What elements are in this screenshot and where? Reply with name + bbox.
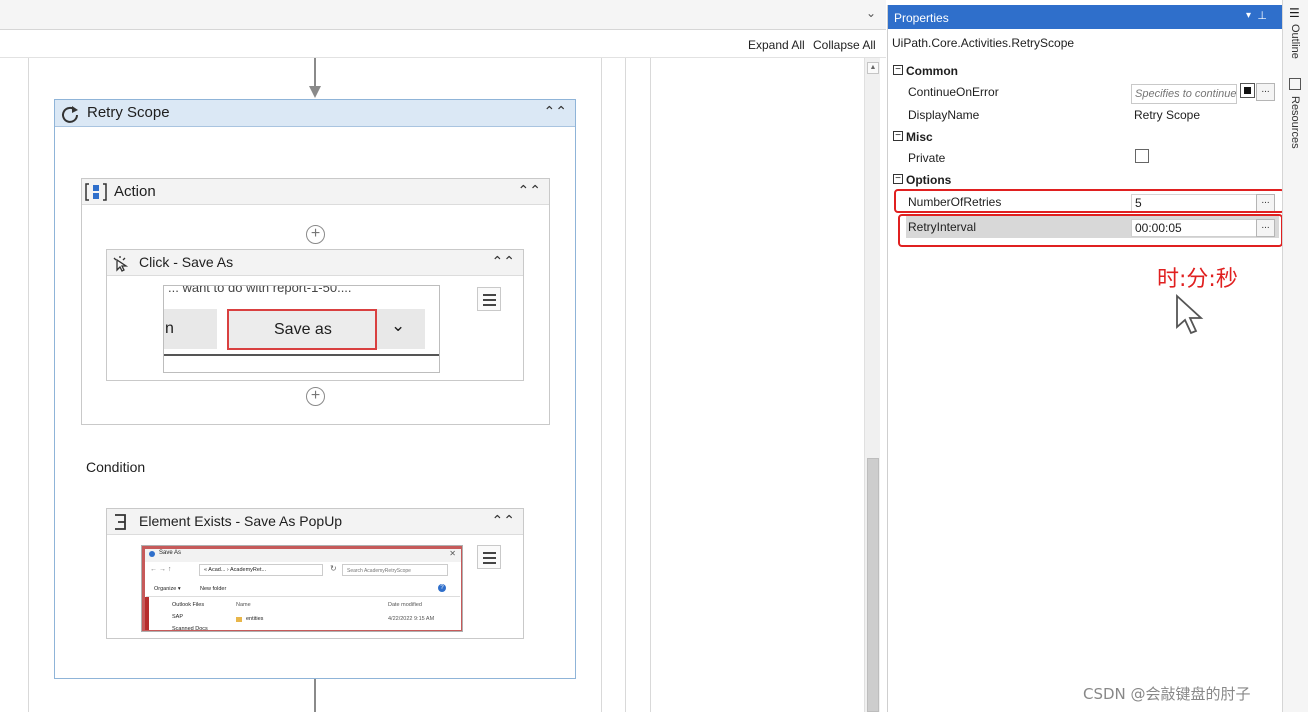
cursor-icon <box>1176 293 1204 335</box>
save-dialog-icon <box>149 551 155 557</box>
collapse-icon[interactable]: ⌃⌃ <box>518 182 541 199</box>
sequence-border-left <box>28 58 29 712</box>
menu-icon[interactable] <box>477 287 501 311</box>
ellipsis-button[interactable]: ... <box>1256 83 1275 101</box>
display-name-value[interactable]: Retry Scope <box>1131 107 1261 125</box>
action-header[interactable]: Action ⌃⌃ <box>82 179 549 205</box>
collapse-box-icon[interactable]: − <box>893 65 903 75</box>
prop-continue-on-error[interactable]: ContinueOnError ... <box>888 81 1283 104</box>
scroll-thumb[interactable] <box>867 458 879 712</box>
action-title: Action <box>114 183 156 200</box>
properties-panel: Properties ▾ ⊥ UiPath.Core.Activities.Re… <box>887 5 1283 712</box>
collapse-icon[interactable]: ⌃⌃ <box>492 253 515 270</box>
element-exists-title: Element Exists - Save As PopUp <box>139 513 343 529</box>
bool-toggle-icon[interactable] <box>1240 83 1255 98</box>
canvas-scrollbar[interactable]: ▲ <box>864 58 880 712</box>
top-strip: ⌄ <box>0 0 886 30</box>
flow-arrow-icon <box>309 58 321 98</box>
scroll-up-icon[interactable]: ▲ <box>867 62 879 74</box>
sequence-border-right <box>601 58 602 712</box>
chevron-down-icon: ⌄ <box>391 316 406 335</box>
save-as-target: Save as <box>227 309 377 350</box>
continue-on-error-input[interactable] <box>1131 84 1237 104</box>
click-title: Click - Save As <box>139 254 234 270</box>
tab-resources[interactable]: Resources <box>1289 96 1301 149</box>
add-activity-icon[interactable]: + <box>306 225 325 244</box>
screenshot-dropdown: ⌄ <box>377 309 425 349</box>
collapse-icon[interactable]: ⌃⌃ <box>492 512 515 529</box>
screenshot-button-left: n <box>164 309 217 349</box>
category-common[interactable]: − Common <box>888 61 1283 83</box>
resources-icon <box>1289 78 1301 90</box>
outer-border-right-2 <box>650 58 651 712</box>
menu-icon[interactable] <box>477 545 501 569</box>
flow-connector <box>314 679 316 712</box>
highlight-number-of-retries <box>894 189 1285 213</box>
pin-icon[interactable]: ⊥ <box>1257 9 1267 22</box>
activity-type: UiPath.Core.Activities.RetryScope <box>892 36 1075 50</box>
expand-all-link[interactable]: Expand All <box>748 38 805 52</box>
collapse-box-icon[interactable]: − <box>893 131 903 141</box>
watermark: CSDN @会敲键盘的肘子 <box>1083 685 1251 703</box>
prop-display-name[interactable]: DisplayName Retry Scope <box>888 104 1283 126</box>
help-icon: ? <box>438 584 446 592</box>
condition-label: Condition <box>86 459 146 475</box>
outer-border-right <box>625 58 626 712</box>
properties-header: Properties ▾ ⊥ <box>888 5 1283 29</box>
nav-arrows-icon: ← → ↑ <box>150 566 172 573</box>
click-target-screenshot: ... want to do with report-1-50.... n Sa… <box>163 285 440 373</box>
retry-scope-header[interactable]: Retry Scope ⌃⌃ <box>55 100 575 127</box>
collapse-all-link[interactable]: Collapse All <box>813 38 876 52</box>
refresh-icon: ↻ <box>330 564 337 573</box>
close-icon: ✕ <box>449 549 456 558</box>
path-box: « Acad... › AcademyRet... <box>199 564 323 576</box>
chevron-down-icon[interactable]: ⌄ <box>866 6 876 20</box>
element-screenshot: Save As ✕ ← → ↑ « Acad... › AcademyRet..… <box>141 545 463 632</box>
folder-icon <box>236 617 242 622</box>
side-tab-strip: ☰ Outline Resources <box>1282 0 1308 712</box>
click-header[interactable]: Click - Save As ⌃⌃ <box>107 250 523 276</box>
designer-toolbar: Expand All Collapse All <box>0 31 886 58</box>
exists-icon <box>115 514 126 530</box>
sequence-icon <box>85 183 107 201</box>
annotation-text: 时:分:秒 <box>1157 267 1238 292</box>
properties-title: Properties <box>894 11 949 25</box>
highlight-retry-interval <box>898 214 1283 247</box>
private-checkbox[interactable] <box>1135 149 1149 163</box>
prop-private[interactable]: Private <box>888 147 1283 169</box>
retry-icon <box>62 106 78 123</box>
click-icon <box>113 256 129 272</box>
add-activity-icon[interactable]: + <box>306 387 325 406</box>
collapse-box-icon[interactable]: − <box>893 174 903 184</box>
chevron-down-icon[interactable]: ▾ <box>1246 10 1251 21</box>
screenshot-text: ... want to do with report-1-50.... <box>168 285 352 295</box>
retry-scope-title: Retry Scope <box>87 104 170 121</box>
tab-outline[interactable]: Outline <box>1289 24 1301 59</box>
dialog-search: Search AcademyRetryScope <box>342 564 448 576</box>
outline-icon: ☰ <box>1289 6 1300 20</box>
element-exists-header[interactable]: Element Exists - Save As PopUp ⌃⌃ <box>107 509 523 535</box>
collapse-icon[interactable]: ⌃⌃ <box>544 103 567 120</box>
category-misc[interactable]: − Misc <box>888 127 1283 149</box>
